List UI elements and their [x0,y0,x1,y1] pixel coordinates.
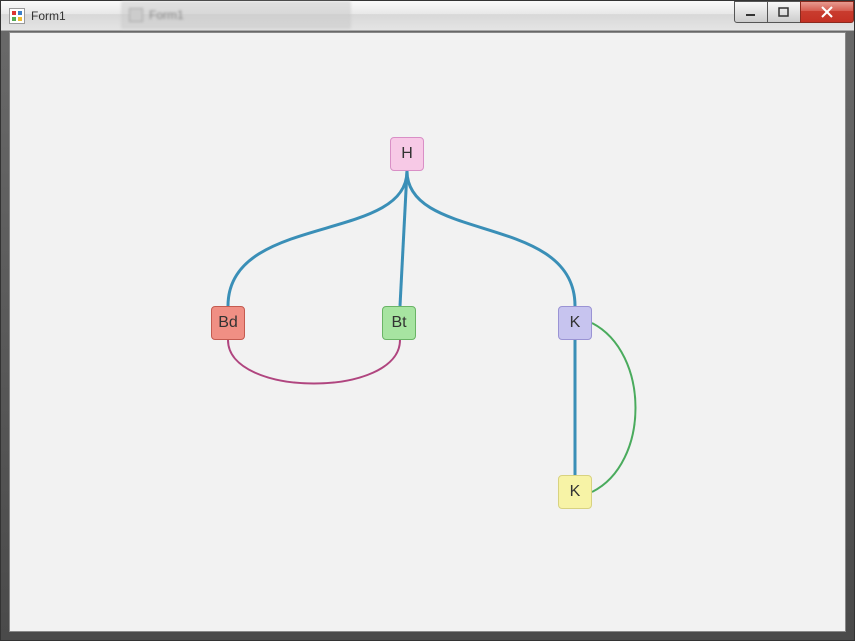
background-tab-label: Form1 [149,8,184,22]
node-label: Bd [218,314,238,332]
maximize-icon [778,6,790,18]
node-h[interactable]: H [390,137,424,171]
app-icon [9,8,25,24]
node-bd[interactable]: Bd [211,306,245,340]
maximize-button[interactable] [767,1,801,23]
window-title: Form1 [31,9,66,23]
edge-k-k2-curve [592,323,636,492]
minimize-icon [745,6,757,18]
edge-layer [10,33,845,631]
node-bt[interactable]: Bt [382,306,416,340]
edge-h-bt [400,171,407,306]
client-area: H Bd Bt K K [9,32,846,632]
node-label: K [570,314,581,332]
node-label: H [401,145,413,163]
close-icon [820,5,834,19]
edge-h-k [407,171,575,306]
window-controls [735,1,854,23]
background-tab: Form1 [121,1,351,29]
background-tab-icon [129,8,143,22]
minimize-button[interactable] [734,1,768,23]
node-label: K [570,483,581,501]
node-k[interactable]: K [558,306,592,340]
node-label: Bt [391,314,406,332]
window-frame: Form1 Form1 [0,0,855,641]
diagram-canvas[interactable]: H Bd Bt K K [10,33,845,631]
node-k2[interactable]: K [558,475,592,509]
close-button[interactable] [800,1,854,23]
titlebar[interactable]: Form1 Form1 [1,1,854,31]
edge-h-bd [228,171,407,306]
edge-bd-bt [228,340,400,384]
